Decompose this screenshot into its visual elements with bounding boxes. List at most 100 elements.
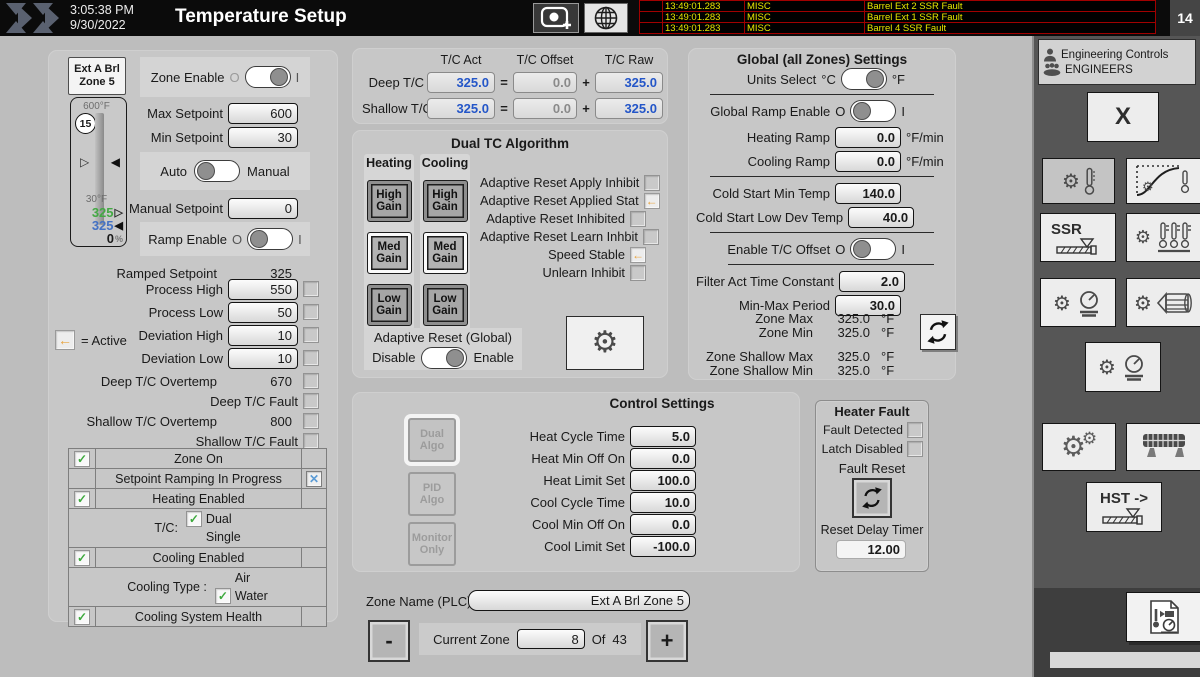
- tc-offset-toggle[interactable]: [850, 238, 896, 260]
- extruder-icon: [1055, 238, 1101, 255]
- max-setpoint-row: Max Setpoint 600: [60, 102, 319, 124]
- nav-zone-overview-button[interactable]: ⚙: [1126, 213, 1200, 262]
- tc-type-label: T/C:: [154, 521, 178, 535]
- unlearn-inhibit-indicator: [630, 265, 646, 281]
- barrel-icon: [1156, 291, 1194, 315]
- flag-learn-inhibit: Adaptive Reset Learn Inhbit: [480, 228, 646, 245]
- manual-setpoint-field[interactable]: 0: [228, 198, 298, 219]
- fahrenheit-label: °F: [892, 72, 905, 87]
- extruder-icon: [1101, 508, 1147, 525]
- process-low-field[interactable]: 50: [228, 302, 298, 323]
- latch-disabled-row: Latch Disabled: [820, 440, 923, 458]
- shallow-tc-act-value: 325.0: [427, 98, 495, 119]
- tc-act-header: T/C Act: [427, 53, 495, 67]
- zone-enable-toggle[interactable]: [245, 66, 291, 88]
- deviation-high-field[interactable]: 10: [228, 325, 298, 346]
- heat-min-off-field[interactable]: 0.0: [630, 448, 696, 469]
- zone-name-plc-field[interactable]: Ext A Brl Zone 5: [468, 590, 690, 611]
- cold-start-min-label: Cold Start Min Temp: [696, 186, 830, 201]
- zone-shallow-min-label: Zone Shallow Min: [696, 363, 813, 378]
- status-row-tc-type: T/C: ✓ Dual Single: [69, 508, 326, 547]
- adaptive-reset-toggle[interactable]: [421, 347, 467, 369]
- global-ramp-toggle[interactable]: [850, 100, 896, 122]
- heating-high-gain-button[interactable]: HighGain: [367, 180, 412, 222]
- adaptive-reset-group: Adaptive Reset (Global) Disable Enable: [364, 328, 522, 370]
- deviation-low-field[interactable]: 10: [228, 348, 298, 369]
- screenshot-button[interactable]: [533, 3, 579, 33]
- global-ramp-on-label: I: [901, 104, 905, 119]
- enable-tc-offset-row: Enable T/C Offset O I: [696, 238, 948, 260]
- cool-cycle-field[interactable]: 10.0: [630, 492, 696, 513]
- cool-min-off-field[interactable]: 0.0: [630, 514, 696, 535]
- alarm-row[interactable]: 13:49:01.283 MISC Barrel 4 SSR Fault: [640, 23, 1156, 34]
- cool-limit-field[interactable]: -100.0: [630, 536, 696, 557]
- next-zone-button[interactable]: +: [646, 620, 688, 662]
- previous-zone-button[interactable]: -: [368, 620, 410, 662]
- nav-ssr-button[interactable]: SSR: [1040, 213, 1116, 262]
- nav-hst-button[interactable]: HST ->: [1086, 482, 1162, 532]
- nav-system-settings-button[interactable]: ⚙ ⚙: [1042, 423, 1116, 471]
- temp-log-button[interactable]: [1126, 592, 1200, 642]
- min-max-reset-button[interactable]: [920, 314, 956, 350]
- heating-low-gain-button[interactable]: LowGain: [367, 284, 412, 326]
- close-button[interactable]: X: [1087, 92, 1159, 142]
- deep-tc-offset-value[interactable]: 0.0: [513, 72, 577, 93]
- time-text: 3:05:38 PM: [70, 3, 134, 18]
- nav-monitor-setup-button[interactable]: ⚙: [1085, 342, 1161, 392]
- units-toggle[interactable]: [841, 68, 887, 90]
- status-row-cooling-health: ✓ Cooling System Health: [69, 606, 326, 626]
- tc-single-label: Single: [206, 530, 241, 544]
- speed-stable-indicator: ←: [630, 247, 646, 263]
- shallow-tc-offset-value[interactable]: 0.0: [513, 98, 577, 119]
- flag-reset-inhibited: Adaptive Reset Inhibited: [480, 210, 646, 227]
- reset-delay-field[interactable]: 12.00: [836, 540, 906, 559]
- cooling-ramp-field[interactable]: 0.0: [835, 151, 901, 172]
- deep-tc-raw-value: 325.0: [595, 72, 663, 93]
- auto-label: Auto: [160, 164, 187, 179]
- sidebar-bottom-bar: [1050, 652, 1200, 668]
- cooling-air-label: Air: [235, 571, 250, 585]
- dual-algo-button[interactable]: Dual Algo: [408, 418, 456, 462]
- cooling-high-gain-button[interactable]: HighGain: [423, 180, 468, 222]
- units-select-label: Units Select: [696, 72, 816, 87]
- deviation-low-row: Deviation Low 10: [60, 347, 319, 369]
- deviation-low-indicator: [303, 350, 319, 366]
- min-setpoint-field[interactable]: 30: [228, 127, 298, 148]
- heat-limit-field[interactable]: 100.0: [630, 470, 696, 491]
- heating-gain-group: Heating HighGain MedGain LowGain: [364, 154, 414, 330]
- monitor-only-button[interactable]: Monitor Only: [408, 522, 456, 566]
- heat-cycle-field[interactable]: 5.0: [630, 426, 696, 447]
- nav-temp-profile-button[interactable]: ⚙: [1126, 158, 1200, 204]
- ramp-enable-toggle[interactable]: [247, 228, 293, 250]
- fault-reset-button[interactable]: [852, 478, 892, 518]
- cold-start-low-dev-label: Cold Start Low Dev Temp: [696, 210, 843, 225]
- plus-sign: +: [580, 75, 592, 90]
- pid-algo-button[interactable]: PID Algo: [408, 472, 456, 516]
- nav-pressure-setup-button[interactable]: ⚙: [1040, 278, 1116, 327]
- cooling-med-gain-button[interactable]: MedGain: [423, 232, 468, 274]
- temperature-setup-screen: 3:05:38 PM 9/30/2022 Temperature Setup 1…: [0, 0, 1200, 677]
- zone-name-button[interactable]: Ext A Brl Zone 5: [68, 57, 126, 95]
- hst-label: HST ->: [1100, 490, 1148, 507]
- heating-med-gain-button[interactable]: MedGain: [367, 232, 412, 274]
- fault-detected-label: Fault Detected: [820, 423, 903, 437]
- user-role-text: Engineering Controls: [1061, 49, 1168, 61]
- cold-start-min-field[interactable]: 140.0: [835, 183, 901, 204]
- heat-limit-label: Heat Limit Set: [520, 473, 625, 488]
- max-setpoint-field[interactable]: 600: [228, 103, 298, 124]
- current-zone-field[interactable]: 8: [517, 629, 585, 649]
- tc-settings-button[interactable]: ⚙: [566, 316, 644, 370]
- filter-act-field[interactable]: 2.0: [839, 271, 905, 292]
- auto-manual-toggle[interactable]: [194, 160, 240, 182]
- nav-temp-setup-button[interactable]: ⚙: [1042, 158, 1115, 204]
- setpoint-marker-icon: ▷: [80, 155, 89, 169]
- zone-min-row: Zone Min 325.0 °F: [696, 324, 948, 340]
- cold-start-low-dev-field[interactable]: 40.0: [848, 207, 914, 228]
- cooling-low-gain-button[interactable]: LowGain: [423, 284, 468, 326]
- process-high-field[interactable]: 550: [228, 279, 298, 300]
- heating-ramp-field[interactable]: 0.0: [835, 127, 901, 148]
- language-button[interactable]: [584, 3, 628, 33]
- nav-barrel-setup-button[interactable]: ⚙: [1126, 278, 1200, 327]
- deep-overtemp-indicator: [303, 373, 319, 389]
- nav-heater-bank-button[interactable]: [1126, 423, 1200, 471]
